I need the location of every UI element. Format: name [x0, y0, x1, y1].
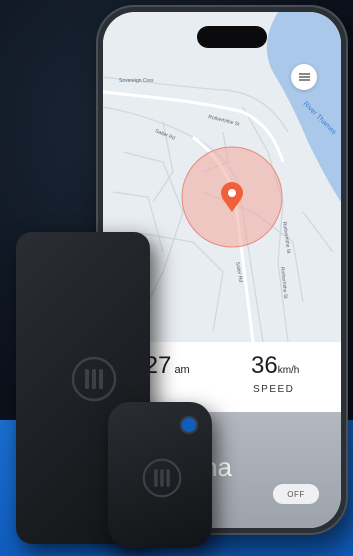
- keyring-hole: [180, 416, 198, 434]
- hamburger-icon: [298, 76, 310, 78]
- tracking-toggle[interactable]: OFF: [273, 484, 319, 504]
- brand-logo-icon: [71, 356, 117, 402]
- brand-logo-icon: [142, 458, 182, 498]
- tag-tracker-device: [108, 402, 212, 548]
- menu-button[interactable]: [291, 64, 317, 90]
- street-label: Sovereign Cres: [119, 78, 154, 84]
- dynamic-island: [197, 26, 267, 48]
- speed-label: SPEED: [253, 384, 295, 395]
- speed-value: 36km/h: [251, 352, 300, 379]
